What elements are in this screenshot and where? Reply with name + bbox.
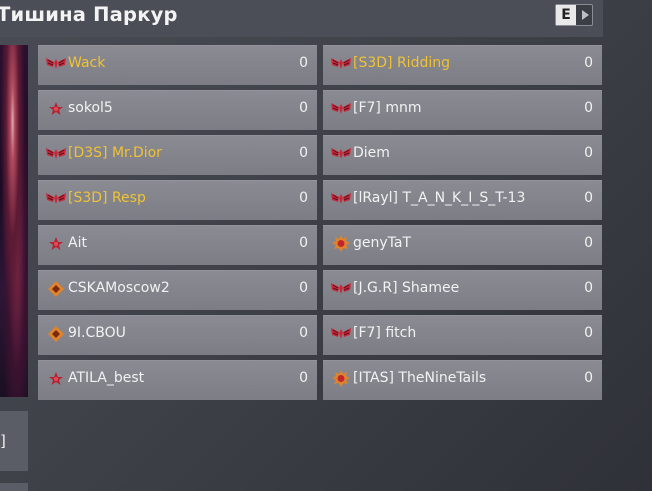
player-score: 0 <box>584 235 593 251</box>
rank-wings-icon <box>45 144 67 164</box>
player-name: Wack <box>68 55 106 71</box>
left-side-panel[interactable]: ] <box>0 411 28 471</box>
player-score: 0 <box>299 280 308 296</box>
player-score: 0 <box>299 190 308 206</box>
player-score: 0 <box>584 325 593 341</box>
player-row[interactable]: Wack 0 <box>38 45 317 85</box>
rank-wings-icon <box>330 189 352 209</box>
rank-sun-icon <box>330 234 352 254</box>
player-row[interactable]: [D3S] Mr.Dior 0 <box>38 135 317 175</box>
player-score: 0 <box>584 145 593 161</box>
player-name: ATILA_best <box>68 370 145 386</box>
player-row[interactable]: [S3D] Ridding 0 <box>323 45 602 85</box>
language-label: E <box>556 5 576 25</box>
rank-wings-icon <box>330 324 352 344</box>
player-row[interactable]: [ITAS] TheNineTails 0 <box>323 360 602 400</box>
player-score: 0 <box>299 370 308 386</box>
player-name: CSKAMoscow2 <box>68 280 170 296</box>
rank-star-icon <box>45 369 67 389</box>
player-score: 0 <box>584 370 593 386</box>
left-bottom-panel <box>0 483 28 491</box>
player-row[interactable]: [lRayl] T_A_N_K_I_S_T-13 0 <box>323 180 602 220</box>
rank-wings-icon <box>330 54 352 74</box>
rank-wings-icon <box>330 99 352 119</box>
player-score: 0 <box>584 190 593 206</box>
player-row[interactable]: genyTaT 0 <box>323 225 602 265</box>
player-name: [S3D] Ridding <box>353 55 450 71</box>
player-score: 0 <box>299 235 308 251</box>
player-row[interactable]: Ait 0 <box>38 225 317 265</box>
player-name: [J.G.R] Shamee <box>353 280 460 296</box>
player-name: Diem <box>353 145 390 161</box>
player-name: genyTaT <box>353 235 412 251</box>
player-score: 0 <box>584 100 593 116</box>
player-score: 0 <box>299 100 308 116</box>
player-row[interactable]: [J.G.R] Shamee 0 <box>323 270 602 310</box>
rank-star-icon <box>45 234 67 254</box>
player-name: [ITAS] TheNineTails <box>353 370 487 386</box>
player-score: 0 <box>299 145 308 161</box>
player-name: 9I.CBOU <box>68 325 126 341</box>
player-score: 0 <box>584 280 593 296</box>
play-arrow-icon <box>582 10 589 20</box>
player-row[interactable]: [S3D] Resp 0 <box>38 180 317 220</box>
player-row[interactable]: 9I.CBOU 0 <box>38 315 317 355</box>
player-row[interactable]: Diem 0 <box>323 135 602 175</box>
rank-wings-icon <box>330 279 352 299</box>
battle-header: Тишина Паркур E <box>0 0 603 37</box>
player-row[interactable]: CSKAMoscow2 0 <box>38 270 317 310</box>
player-row[interactable]: sokol5 0 <box>38 90 317 130</box>
player-name: sokol5 <box>68 100 113 116</box>
map-preview-image <box>0 45 28 397</box>
player-score: 0 <box>299 325 308 341</box>
player-name: [S3D] Resp <box>68 190 146 206</box>
player-name: [F7] mnm <box>353 100 422 116</box>
rank-wings-icon <box>45 54 67 74</box>
player-name: [lRayl] T_A_N_K_I_S_T-13 <box>353 190 526 206</box>
left-panel-label: ] <box>0 432 6 450</box>
player-row[interactable]: [F7] mnm 0 <box>323 90 602 130</box>
rank-diamond-icon <box>45 324 67 344</box>
player-name: Ait <box>68 235 87 251</box>
player-row[interactable]: [F7] fitch 0 <box>323 315 602 355</box>
rank-star-icon <box>45 99 67 119</box>
battle-title: Тишина Паркур <box>0 3 178 26</box>
rank-wings-icon <box>330 144 352 164</box>
rank-diamond-icon <box>45 279 67 299</box>
rank-sun-icon <box>330 369 352 389</box>
player-name: [F7] fitch <box>353 325 417 341</box>
player-name: [D3S] Mr.Dior <box>68 145 162 161</box>
player-row[interactable]: ATILA_best 0 <box>38 360 317 400</box>
language-button[interactable]: E <box>555 4 593 26</box>
player-score: 0 <box>584 55 593 71</box>
rank-wings-icon <box>45 189 67 209</box>
player-score: 0 <box>299 55 308 71</box>
